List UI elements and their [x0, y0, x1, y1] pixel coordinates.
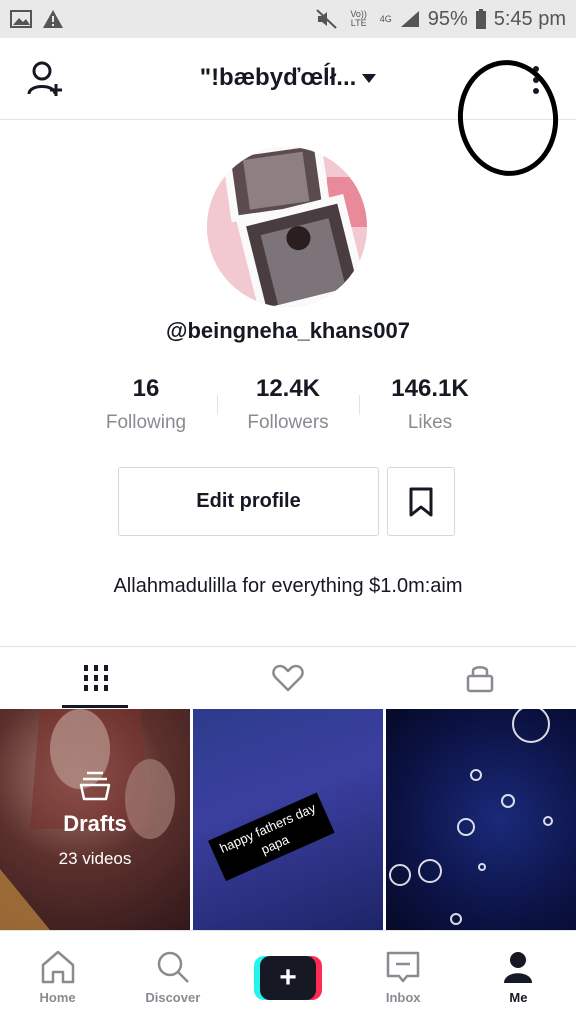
lock-icon	[466, 665, 494, 692]
create-button[interactable]: +	[254, 955, 322, 1000]
heart-icon	[272, 664, 304, 691]
bookmark-icon	[409, 487, 433, 516]
edit-profile-button[interactable]: Edit profile	[118, 467, 379, 536]
nav-discover[interactable]: Discover	[115, 931, 230, 1024]
followers-label: Followers	[247, 412, 329, 433]
stat-following[interactable]: 16 Following	[75, 375, 217, 435]
nav-me-label: Me	[509, 990, 528, 1005]
username: @beingneha_khans007	[166, 318, 410, 343]
profile-tabs	[0, 646, 576, 708]
bubbles-thumbnail	[389, 709, 553, 925]
profile-header: "!bæbyďœĺł...	[0, 38, 576, 181]
signal-icon	[400, 11, 419, 27]
battery-icon	[475, 9, 486, 29]
drafts-label: Drafts	[63, 810, 127, 836]
inbox-icon	[386, 951, 420, 983]
more-dot	[533, 88, 539, 94]
search-icon	[157, 951, 189, 983]
following-count: 16	[132, 375, 160, 402]
plus-icon: +	[260, 955, 316, 1000]
nav-home[interactable]: Home	[0, 931, 115, 1024]
likes-count: 146.1K	[391, 375, 469, 402]
video-thumbnail[interactable]	[386, 709, 576, 930]
drafts-count: 23 videos	[58, 848, 132, 868]
video-caption: happy fathers day papa	[208, 792, 335, 882]
nav-home-label: Home	[39, 990, 76, 1005]
person-icon	[504, 952, 533, 983]
tab-liked[interactable]	[192, 647, 384, 708]
avatar[interactable]	[207, 147, 367, 307]
account-switcher[interactable]: "!bæbyďœĺł...	[0, 64, 576, 92]
video-thumbnail[interactable]: happy fathers day papa	[193, 709, 383, 930]
clock: 5:45 pm	[493, 7, 566, 30]
drafts-tile[interactable]: Drafts 23 videos	[0, 709, 190, 930]
account-name: "!bæbyďœĺł...	[199, 64, 357, 91]
bio: Allahmadulilla for everything $1.0m:aim	[113, 575, 463, 597]
more-vertical-icon	[533, 66, 539, 72]
mute-icon	[315, 9, 337, 29]
avatar-image	[207, 147, 367, 307]
nav-me[interactable]: Me	[461, 931, 576, 1024]
volte-indicator: Vo)) LTE	[350, 9, 367, 28]
grid-icon	[84, 664, 108, 691]
likes-label: Likes	[407, 412, 453, 433]
more-options-button[interactable]	[518, 60, 554, 100]
gallery-icon	[10, 10, 32, 28]
status-bar: Vo)) LTE 4G 95% 5:45 pm	[0, 0, 576, 38]
drafts-icon	[79, 771, 111, 800]
stat-followers[interactable]: 12.4K Followers	[217, 375, 359, 435]
nav-inbox-label: Inbox	[385, 990, 421, 1005]
stat-likes[interactable]: 146.1K Likes	[359, 375, 501, 435]
video-grid: Drafts 23 videos happy fathers day papa	[0, 709, 576, 930]
tab-videos[interactable]	[0, 647, 192, 708]
following-label: Following	[105, 412, 187, 433]
nav-discover-label: Discover	[145, 990, 201, 1005]
nav-create[interactable]: +	[230, 931, 345, 1024]
battery-percent: 95%	[427, 7, 468, 30]
profile-stats: 16 Following 12.4K Followers 146.1K Like…	[75, 375, 501, 435]
warning-icon	[43, 10, 63, 28]
caret-down-icon	[362, 74, 377, 84]
nav-inbox[interactable]: Inbox	[346, 931, 461, 1024]
network-4g-indicator: 4G	[379, 13, 392, 24]
followers-count: 12.4K	[255, 375, 321, 402]
bottom-nav: Home Discover + Inbox Me	[0, 930, 576, 1024]
drafts-overlay: Drafts 23 videos	[0, 709, 190, 930]
home-icon	[41, 950, 74, 984]
tab-private[interactable]	[384, 647, 576, 708]
more-dot	[533, 77, 539, 83]
favorites-button[interactable]	[387, 467, 455, 536]
